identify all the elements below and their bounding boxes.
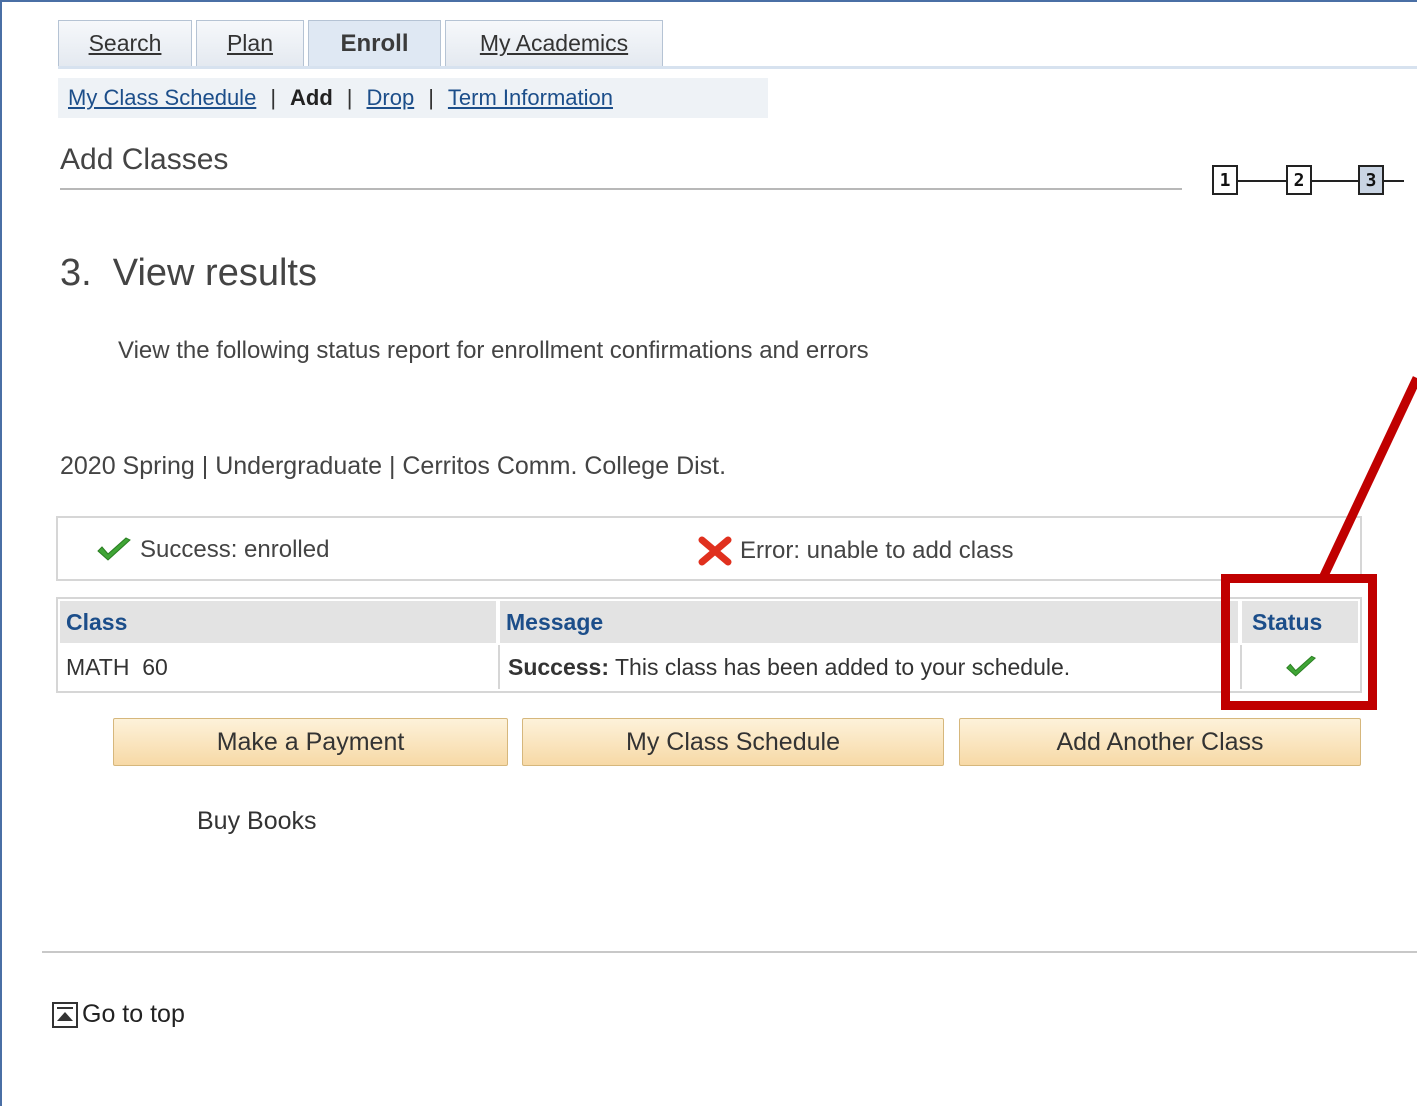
step-3-indicator: 3 — [1358, 165, 1384, 195]
tab-search[interactable]: Search — [58, 20, 192, 66]
enroll-subnav: My Class Schedule | Add | Drop | Term In… — [58, 78, 768, 118]
annotation-highlight-box — [1221, 574, 1377, 710]
my-class-schedule-button[interactable]: My Class Schedule — [522, 718, 944, 766]
add-another-class-button[interactable]: Add Another Class — [959, 718, 1361, 766]
buy-books-link[interactable]: Buy Books — [197, 807, 317, 836]
instructions-text: View the following status report for enr… — [118, 337, 869, 364]
table-row-message: Success: This class has been added to yo… — [498, 645, 1240, 689]
page-title: Add Classes — [60, 143, 229, 176]
title-divider — [60, 188, 1182, 190]
make-payment-button[interactable]: Make a Payment — [113, 718, 508, 766]
step-2-indicator: 2 — [1286, 165, 1312, 195]
subnav-term-information[interactable]: Term Information — [448, 85, 613, 111]
go-to-top-link[interactable]: Go to top — [52, 1000, 185, 1029]
subnav-my-class-schedule[interactable]: My Class Schedule — [68, 85, 256, 111]
term-info: 2020 Spring | Undergraduate | Cerritos C… — [60, 452, 727, 480]
legend-success: Success: enrolled — [96, 536, 329, 564]
subnav-drop[interactable]: Drop — [367, 85, 415, 111]
tab-enroll[interactable]: Enroll — [308, 20, 441, 66]
footer-divider — [42, 951, 1417, 953]
subnav-add: Add — [290, 85, 333, 110]
section-title: 3. View results — [60, 252, 317, 294]
step-connector — [1238, 180, 1286, 182]
legend-error: Error: unable to add class — [698, 536, 1013, 566]
column-header-class: Class — [60, 601, 496, 643]
go-to-top-icon — [52, 1001, 78, 1028]
step-1-indicator: 1 — [1212, 165, 1238, 195]
status-legend: Success: enrolled Error: unable to add c… — [56, 516, 1362, 581]
tab-my-academics[interactable]: My Academics — [445, 20, 663, 66]
column-header-message: Message — [500, 601, 1238, 643]
tab-underline — [58, 66, 1417, 69]
step-connector — [1312, 180, 1358, 182]
table-row-class: MATH 60 — [60, 645, 496, 689]
tab-plan[interactable]: Plan — [196, 20, 304, 66]
green-check-icon — [97, 537, 131, 561]
results-table: Class Message Status MATH 60 Success: Th… — [56, 597, 1362, 693]
red-x-icon — [698, 536, 732, 566]
step-connector — [1384, 180, 1404, 182]
